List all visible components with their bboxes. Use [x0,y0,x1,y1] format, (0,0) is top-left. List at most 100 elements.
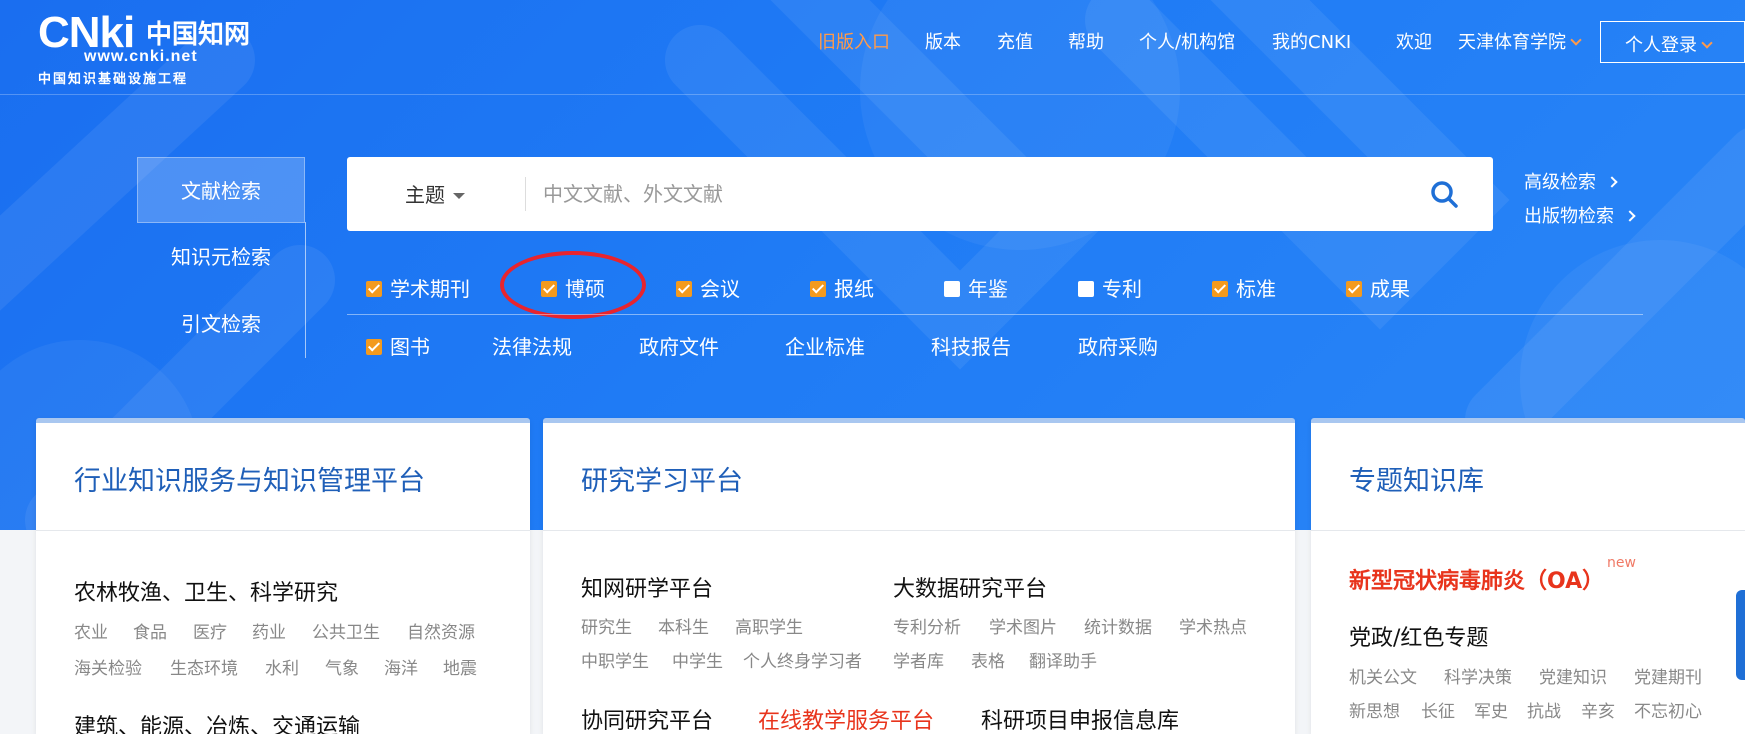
link-academic-images[interactable]: 学术图片 [989,613,1057,638]
nav-my-cnki[interactable]: 我的CNKI [1272,28,1351,58]
link-enterprise-standards[interactable]: 企业标准 [785,331,865,360]
side-tab-divider [305,222,306,358]
side-float-tab[interactable] [1736,590,1745,680]
link-customs[interactable]: 海关检验 [74,654,142,679]
link-ecology[interactable]: 生态环境 [170,654,238,679]
checkbox-books[interactable]: 图书 [366,331,430,360]
link-meteorology[interactable]: 气象 [325,654,359,679]
checkbox-unchecked-icon [944,280,960,297]
card-topic-knowledge: 专题知识库 新型冠状病毒肺炎（OA） new 党政/红色专题 机关公文 科学决策… [1311,418,1745,734]
link-military-history[interactable]: 军史 [1474,697,1508,722]
link-water[interactable]: 水利 [265,654,299,679]
section-title[interactable]: 农林牧渔、卫生、科学研究 [74,575,338,607]
logo-subtitle: 中国知识基础设施工程 [38,72,189,87]
section-title[interactable]: 建筑、能源、冶炼、交通运输 [74,709,360,734]
link-project-application-db[interactable]: 科研项目申报信息库 [981,703,1179,734]
checkbox-achievements[interactable]: 成果 [1346,273,1410,302]
checkbox-checked-icon [1346,280,1362,297]
link-tables[interactable]: 表格 [971,647,1005,672]
link-government-procurement[interactable]: 政府采购 [1078,331,1158,360]
institution-name: 天津体育学院 [1458,32,1566,53]
advanced-search-link[interactable]: 高级检索 [1524,168,1618,194]
nav-recharge[interactable]: 充值 [997,28,1033,58]
link-secondary-vocational[interactable]: 中职学生 [581,647,649,672]
tab-citation-search[interactable]: 引文检索 [137,291,305,357]
checkbox-label: 年鉴 [968,277,1008,301]
link-pharma[interactable]: 药业 [252,618,286,643]
section-title[interactable]: 大数据研究平台 [893,571,1047,603]
link-food[interactable]: 食品 [133,618,167,643]
link-patent-analysis[interactable]: 专利分析 [893,613,961,638]
link-new-thought[interactable]: 新思想 [1349,697,1400,722]
link-middle-school[interactable]: 中学生 [672,647,723,672]
section-title[interactable]: 党政/红色专题 [1349,620,1488,652]
tab-literature-search[interactable]: 文献检索 [137,157,305,223]
link-scholar-db[interactable]: 学者库 [893,647,944,672]
search-field-select[interactable]: 主题 [405,179,465,208]
search-input[interactable] [543,171,1243,217]
link-scientific-decision[interactable]: 科学决策 [1444,663,1512,688]
checkbox-yearbooks[interactable]: 年鉴 [944,273,1008,302]
card-title[interactable]: 专题知识库 [1349,459,1484,498]
chevron-right-icon [1606,176,1618,188]
checkbox-academic-journals[interactable]: 学术期刊 [366,273,470,302]
link-laws-regulations[interactable]: 法律法规 [492,331,572,360]
link-party-knowledge[interactable]: 党建知识 [1539,663,1607,688]
publication-search-label: 出版物检索 [1524,206,1614,227]
link-statistics[interactable]: 统计数据 [1084,613,1152,638]
checkbox-divider [347,314,1643,315]
login-label: 个人登录 [1625,35,1697,56]
checkbox-checked-icon [676,280,692,297]
card-title[interactable]: 行业知识服务与知识管理平台 [74,459,425,498]
link-ocean[interactable]: 海洋 [384,654,418,679]
chevron-right-icon [1624,210,1636,222]
link-vocational[interactable]: 高职学生 [735,613,803,638]
chevron-down-icon [1701,37,1713,49]
link-public-health[interactable]: 公共卫生 [312,618,380,643]
link-covid-oa[interactable]: 新型冠状病毒肺炎（OA） [1349,563,1604,595]
logo-chinese: 中国知网 [146,20,251,50]
link-academic-hotspots[interactable]: 学术热点 [1179,613,1247,638]
link-graduate[interactable]: 研究生 [581,613,632,638]
search-icon[interactable] [1429,179,1459,209]
section-title[interactable]: 知网研学平台 [581,571,713,603]
tab-knowledge-element-search[interactable]: 知识元检索 [137,224,305,290]
card-divider [36,530,530,531]
cnki-logo[interactable]: CNki 中国知网 www.cnki.net 中国知识基础设施工程 [38,8,258,87]
nav-personal-institution[interactable]: 个人/机构馆 [1139,28,1235,58]
link-undergraduate[interactable]: 本科生 [658,613,709,638]
nav-version[interactable]: 版本 [925,28,961,58]
institution-menu[interactable]: 天津体育学院 [1458,28,1582,58]
nav-old-version[interactable]: 旧版入口 [818,28,890,58]
link-natural-resources[interactable]: 自然资源 [407,618,475,643]
link-earthquake[interactable]: 地震 [443,654,477,679]
link-collaborative-research[interactable]: 协同研究平台 [581,703,713,734]
card-divider [1311,530,1745,531]
checkbox-standards[interactable]: 标准 [1212,273,1276,302]
link-medical[interactable]: 医疗 [193,618,227,643]
link-tech-reports[interactable]: 科技报告 [931,331,1011,360]
link-government-documents[interactable]: 政府文件 [639,331,719,360]
link-online-teaching[interactable]: 在线教学服务平台 [758,703,934,734]
checkbox-label: 专利 [1102,277,1142,301]
nav-help[interactable]: 帮助 [1068,28,1104,58]
link-agriculture[interactable]: 农业 [74,618,108,643]
checkbox-conferences[interactable]: 会议 [676,273,740,302]
link-official-docs[interactable]: 机关公文 [1349,663,1417,688]
checkbox-patents[interactable]: 专利 [1078,273,1142,302]
link-original-aspiration[interactable]: 不忘初心 [1634,697,1702,722]
caret-down-icon [453,193,465,199]
personal-login-button[interactable]: 个人登录 [1600,21,1745,63]
link-lifelong-learner[interactable]: 个人终身学习者 [743,647,862,672]
card-title[interactable]: 研究学习平台 [581,459,743,498]
publication-search-link[interactable]: 出版物检索 [1524,202,1636,228]
checkbox-checked-icon [366,338,382,355]
link-long-march[interactable]: 长征 [1421,697,1455,722]
link-xinhai[interactable]: 辛亥 [1581,697,1615,722]
checkbox-checked-icon [810,280,826,297]
checkbox-newspapers[interactable]: 报纸 [810,273,874,302]
link-party-journals[interactable]: 党建期刊 [1634,663,1702,688]
link-anti-war[interactable]: 抗战 [1527,697,1561,722]
card-industry-platform: 行业知识服务与知识管理平台 农林牧渔、卫生、科学研究 农业 食品 医疗 药业 公… [36,418,530,734]
link-translation-assistant[interactable]: 翻译助手 [1029,647,1097,672]
